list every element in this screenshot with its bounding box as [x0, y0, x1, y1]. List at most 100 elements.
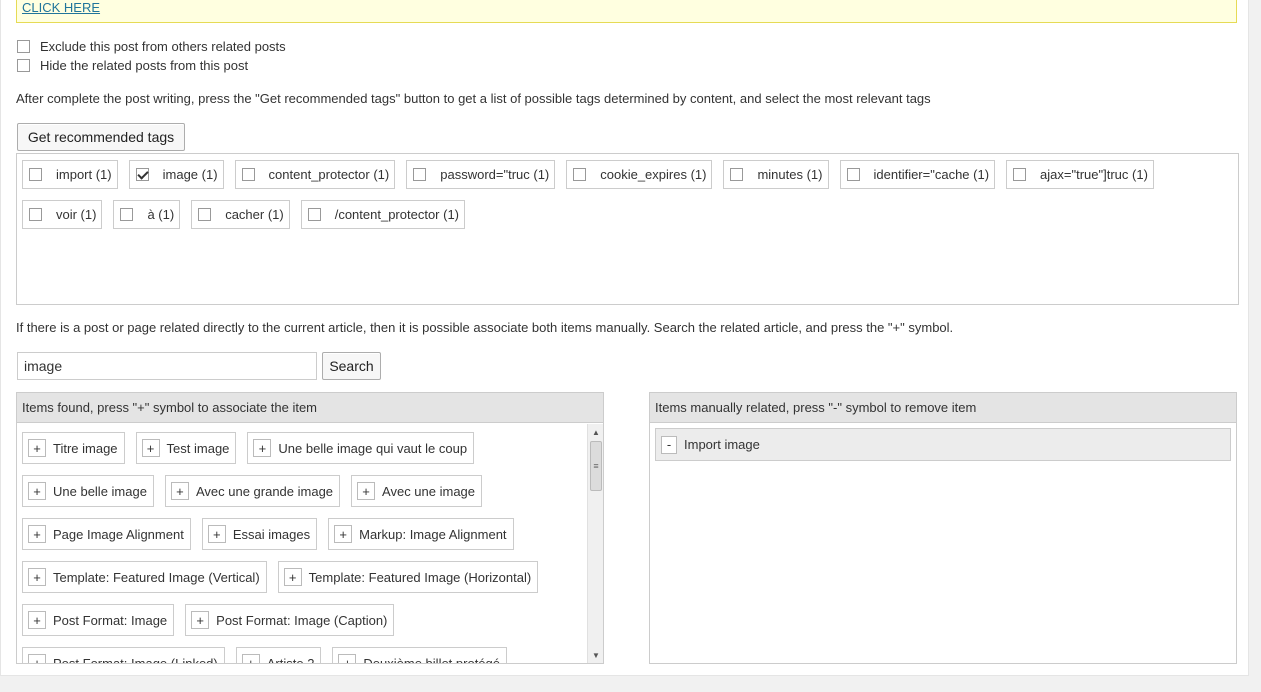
found-item: + Titre image	[22, 432, 125, 464]
tag-checkbox[interactable]	[135, 168, 149, 181]
related-item-label: Import image	[684, 437, 760, 452]
found-item: + Artiste 2	[235, 647, 322, 664]
items-related-list: - Import image	[650, 423, 1236, 461]
tag-item[interactable]: voir (1)	[22, 200, 103, 229]
found-item-label: Template: Featured Image (Vertical)	[53, 569, 260, 585]
items-found-list: + Titre image + Test image + Une belle image …	[17, 424, 587, 663]
tag-checkbox[interactable]	[198, 208, 212, 221]
tag-label: cookie_expires (1)	[600, 167, 707, 182]
tag-checkbox[interactable]	[241, 168, 255, 181]
tag-item[interactable]: /content_protector (1)	[300, 200, 466, 229]
found-item-label: Artiste 2	[266, 655, 315, 664]
add-item-button[interactable]: +	[334, 525, 353, 543]
tag-list: import (1) image (1) content_protector (1)…	[22, 160, 1238, 240]
items-found-scrollbar[interactable]: ▲ ≡ ▼	[587, 424, 603, 663]
tag-item[interactable]: image (1)	[128, 160, 224, 189]
hide-label: Hide the related posts from this post	[40, 58, 249, 73]
found-item: + Template: Featured Image (Vertical)	[22, 561, 267, 593]
tag-label: image (1)	[162, 167, 218, 182]
add-item-button[interactable]: +	[338, 654, 357, 663]
add-item-button[interactable]: +	[357, 482, 376, 500]
items-related-box: Items manually related, press "-" symbol…	[649, 392, 1237, 664]
found-item: + Deuxième billet protégé	[332, 647, 507, 663]
scroll-thumb[interactable]: ≡	[590, 441, 602, 491]
tag-item[interactable]: ajax="true"]truc (1)	[1006, 160, 1154, 189]
add-item-button[interactable]: +	[253, 439, 272, 457]
tag-item[interactable]: à (1)	[113, 200, 181, 229]
found-item: + Une belle image	[22, 475, 154, 507]
tag-label: password="truc (1)	[440, 167, 550, 182]
related-item: - Import image	[655, 428, 1231, 461]
exclude-option[interactable]: Exclude this post from others related po…	[17, 39, 286, 54]
tags-description: After complete the post writing, press t…	[16, 91, 931, 106]
add-item-button[interactable]: +	[141, 439, 160, 457]
tag-label: import (1)	[56, 167, 112, 182]
items-found-header: Items found, press "+" symbol to associa…	[17, 393, 603, 423]
hide-option[interactable]: Hide the related posts from this post	[17, 58, 248, 73]
found-item-label: Titre image	[53, 440, 118, 456]
found-item-label: Template: Featured Image (Horizontal)	[308, 569, 532, 585]
found-item: + Test image	[135, 432, 237, 464]
add-item-button[interactable]: +	[28, 611, 46, 629]
scroll-up-icon[interactable]: ▲	[588, 424, 604, 440]
found-item-label: Post Format: Image (Linked)	[53, 655, 218, 664]
tag-checkbox[interactable]	[1013, 168, 1027, 181]
related-description: If there is a post or page related direc…	[16, 320, 954, 335]
add-item-button[interactable]: +	[241, 654, 260, 663]
found-item: + Une belle image qui vaut le coup	[247, 432, 475, 464]
hide-checkbox[interactable]	[17, 59, 30, 72]
found-item-label: Test image	[166, 440, 230, 456]
tag-checkbox[interactable]	[307, 208, 321, 221]
exclude-checkbox[interactable]	[17, 40, 30, 53]
found-item: + Post Format: Image (Linked)	[22, 647, 225, 663]
tag-checkbox[interactable]	[29, 208, 42, 221]
add-item-button[interactable]: +	[28, 525, 46, 543]
found-item-label: Avec une image	[382, 483, 476, 499]
tag-item[interactable]: minutes (1)	[723, 160, 829, 189]
tag-item[interactable]: cacher (1)	[191, 200, 290, 229]
items-related-header: Items manually related, press "-" symbol…	[650, 393, 1236, 423]
tag-item[interactable]: import (1)	[22, 160, 118, 189]
found-item-label: Avec une grande image	[195, 483, 334, 499]
tag-item[interactable]: content_protector (1)	[234, 160, 396, 189]
tag-item[interactable]: password="truc (1)	[406, 160, 556, 189]
tag-item[interactable]: cookie_expires (1)	[566, 160, 713, 189]
add-item-button[interactable]: +	[207, 525, 226, 543]
add-item-button[interactable]: +	[191, 611, 210, 629]
add-item-button[interactable]: +	[283, 568, 302, 586]
found-item: + Post Format: Image (Caption)	[185, 604, 395, 636]
add-item-button[interactable]: +	[28, 439, 46, 457]
tag-checkbox[interactable]	[573, 168, 587, 181]
get-recommended-tags-button[interactable]: Get recommended tags	[17, 123, 185, 151]
add-item-button[interactable]: +	[28, 568, 46, 586]
remove-item-button[interactable]: -	[661, 435, 677, 454]
recommended-tags-box: import (1) image (1) content_protector (1)…	[16, 153, 1239, 305]
found-item-label: Deuxième billet protégé	[363, 655, 500, 664]
tag-label: identifier="cache (1)	[873, 167, 990, 182]
search-button[interactable]: Search	[322, 352, 381, 380]
tag-checkbox[interactable]	[120, 208, 134, 221]
tag-checkbox[interactable]	[413, 168, 427, 181]
found-item-label: Une belle image qui vaut le coup	[278, 440, 468, 456]
tag-label: voir (1)	[56, 207, 97, 222]
add-item-button[interactable]: +	[28, 654, 46, 663]
found-item: + Post Format: Image	[22, 604, 175, 636]
tag-label: cacher (1)	[225, 207, 284, 222]
add-item-button[interactable]: +	[170, 482, 189, 500]
tag-label: à (1)	[147, 207, 175, 222]
exclude-label: Exclude this post from others related po…	[40, 39, 286, 54]
tag-checkbox[interactable]	[730, 168, 744, 181]
notice-bar: CLICK HERE	[16, 0, 1237, 23]
related-posts-panel: CLICK HERE Exclude this post from others…	[0, 0, 1249, 676]
click-here-link[interactable]: CLICK HERE	[22, 0, 100, 15]
items-found-box: Items found, press "+" symbol to associa…	[16, 392, 604, 664]
found-item-label: Essai images	[232, 526, 311, 542]
found-item: + Page Image Alignment	[22, 518, 191, 550]
scroll-down-icon[interactable]: ▼	[588, 647, 604, 663]
tag-checkbox[interactable]	[29, 168, 42, 181]
add-item-button[interactable]: +	[28, 482, 46, 500]
search-input[interactable]	[17, 352, 317, 380]
tag-item[interactable]: identifier="cache (1)	[839, 160, 996, 189]
tag-checkbox[interactable]	[846, 168, 860, 181]
tag-label: minutes (1)	[757, 167, 823, 182]
